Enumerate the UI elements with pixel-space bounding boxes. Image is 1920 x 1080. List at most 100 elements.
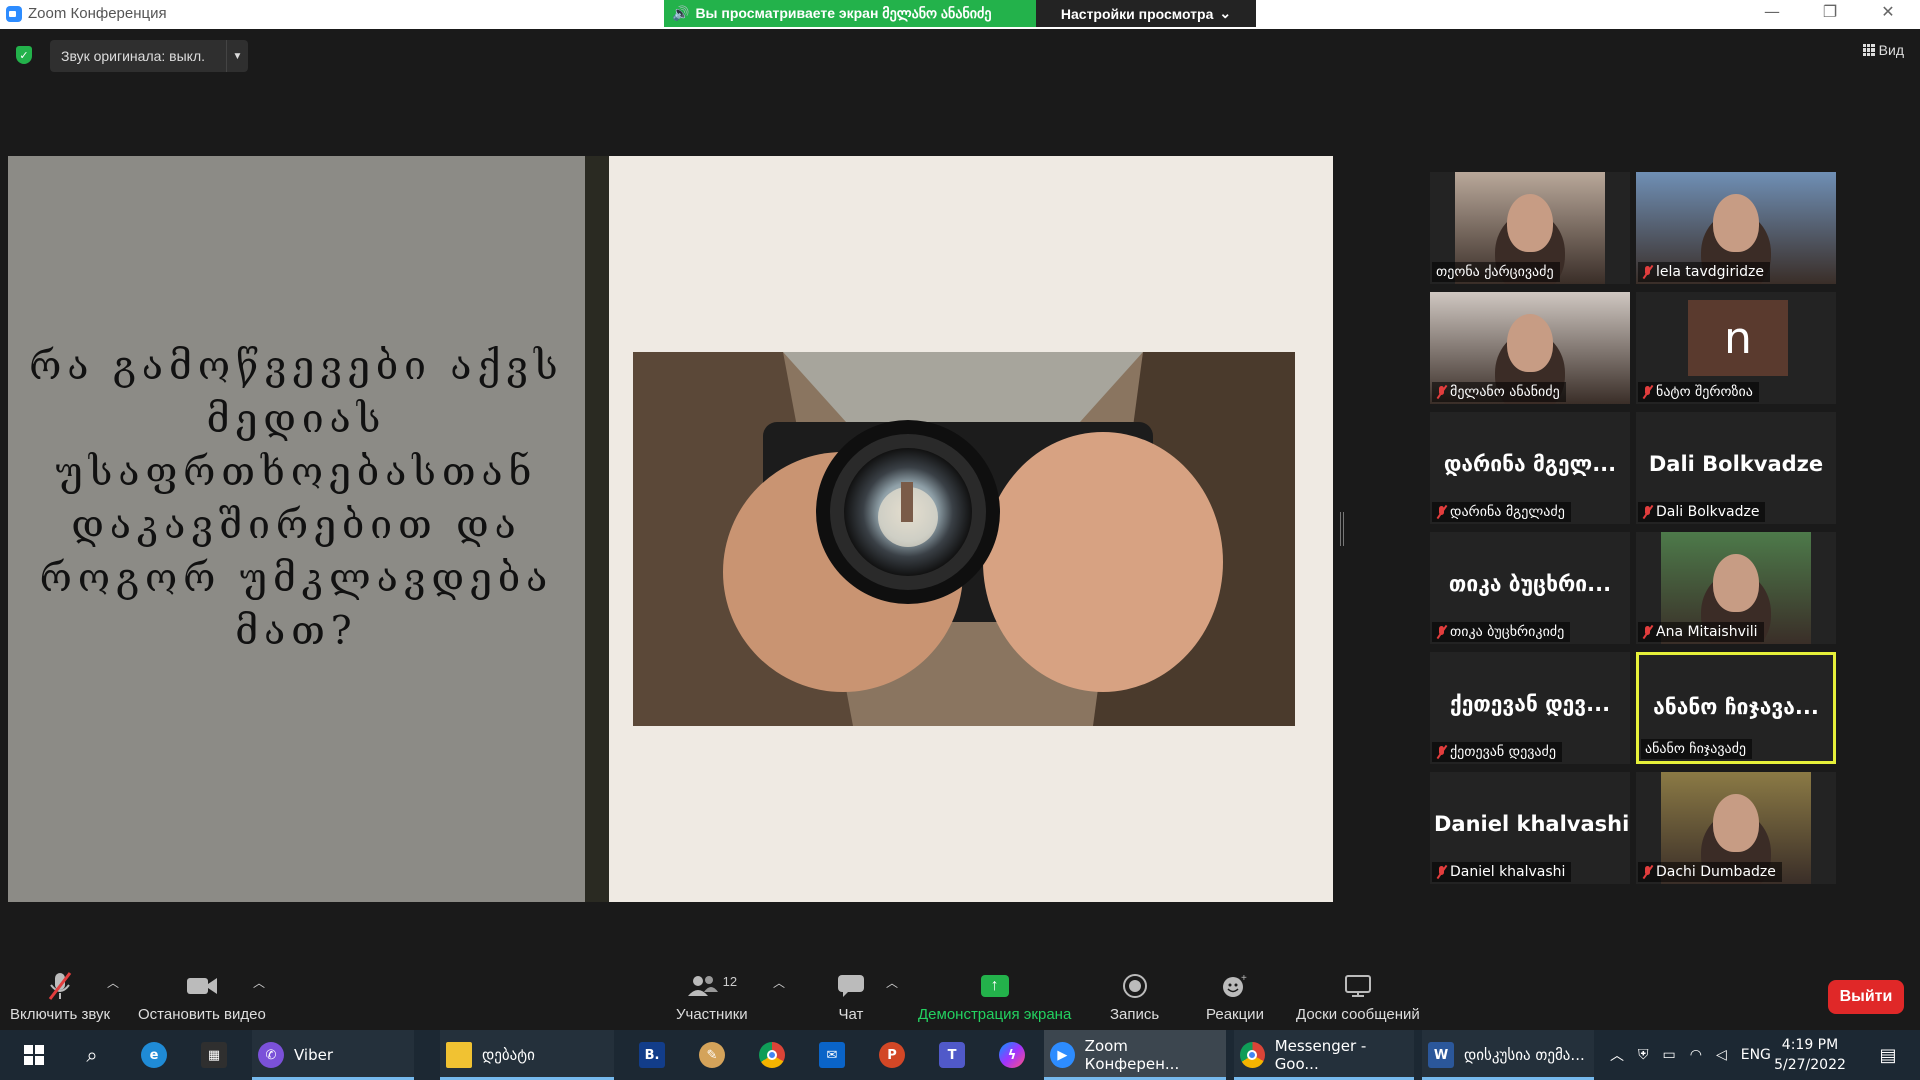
camera-photo bbox=[633, 352, 1295, 726]
system-clock[interactable]: 4:19 PM 5/27/2022 bbox=[1760, 1035, 1860, 1075]
participant-name: Dali Bolkvadze bbox=[1656, 504, 1760, 520]
mic-muted-icon bbox=[1642, 865, 1652, 879]
participant-display-name: Daniel khalvashi bbox=[1434, 812, 1630, 836]
mic-muted-icon bbox=[1642, 385, 1652, 399]
participant-tile[interactable]: დარინა მგელ... დარინა მგელაძე bbox=[1430, 412, 1630, 524]
participant-name: ქეთევან დევაძე bbox=[1450, 744, 1556, 760]
participant-display-name: თიკა ბუცხრი... bbox=[1448, 572, 1612, 596]
taskbar-zoom[interactable]: ▶ Zoom Конферен... bbox=[1044, 1030, 1226, 1080]
participants-label: Участники bbox=[676, 1006, 748, 1023]
participant-name: თეონა ქარცივაძე bbox=[1436, 264, 1554, 280]
notifications-button[interactable]: ▤ bbox=[1868, 1030, 1908, 1080]
participant-tile[interactable]: n ნატო შეროზია bbox=[1636, 292, 1836, 404]
close-button[interactable]: ✕ bbox=[1868, 2, 1908, 21]
taskbar-chrome[interactable] bbox=[750, 1030, 794, 1080]
taskbar-messenger-label: Messenger - Goo... bbox=[1274, 1037, 1367, 1073]
svg-text:+: + bbox=[1241, 973, 1247, 984]
meeting-toolbar: Включить звук ︿ Остановить видео ︿ 12 Уч… bbox=[0, 960, 1920, 1029]
participant-tile[interactable]: lela tavdgiridze bbox=[1636, 172, 1836, 284]
restore-button[interactable]: ❐ bbox=[1810, 2, 1850, 21]
tray-expand-icon[interactable]: ︿ bbox=[1610, 1045, 1624, 1065]
taskbar-viber[interactable]: ✆ Viber bbox=[252, 1030, 414, 1080]
taskbar-messenger-chrome[interactable]: Messenger - Goo... bbox=[1234, 1030, 1414, 1080]
participant-tile[interactable]: Daniel khalvashi Daniel khalvashi bbox=[1430, 772, 1630, 884]
share-screen-button[interactable]: ↑ Демонстрация экрана bbox=[918, 960, 1071, 1029]
taskbar-edge[interactable]: e bbox=[134, 1030, 174, 1080]
taskbar-folder[interactable]: დებატი bbox=[440, 1030, 614, 1080]
participant-tile[interactable]: Dachi Dumbadze bbox=[1636, 772, 1836, 884]
chrome-icon bbox=[759, 1042, 785, 1068]
search-icon: ⌕ bbox=[86, 1043, 98, 1067]
wifi-icon[interactable]: ◠ bbox=[1690, 1047, 1702, 1063]
resize-handle[interactable] bbox=[1340, 512, 1344, 546]
stop-video-button[interactable]: Остановить видео bbox=[138, 960, 266, 1029]
participants-caret-icon[interactable]: ︿ bbox=[773, 974, 785, 991]
taskbar-messenger-app[interactable]: ϟ bbox=[990, 1030, 1034, 1080]
record-button[interactable]: Запись bbox=[1110, 960, 1159, 1029]
chat-caret-icon[interactable]: ︿ bbox=[886, 974, 898, 991]
word-icon: W bbox=[1428, 1042, 1454, 1068]
reactions-button[interactable]: + Реакции bbox=[1206, 960, 1264, 1029]
slide-text-panel: რა გამოწვევები აქვს მედიას უსაფრთხოებასთ… bbox=[8, 156, 585, 902]
title-bar: Zoom Конференция 🔊 Вы просматриваете экр… bbox=[0, 0, 1920, 29]
start-button[interactable] bbox=[12, 1030, 56, 1080]
leave-button[interactable]: Выйти bbox=[1828, 980, 1904, 1014]
chat-button[interactable]: Чат bbox=[837, 960, 865, 1029]
clock-time: 4:19 PM bbox=[1781, 1037, 1839, 1053]
defender-icon[interactable]: ⛨ bbox=[1638, 1047, 1649, 1063]
clock-date: 5/27/2022 bbox=[1774, 1057, 1846, 1073]
taskbar-teams[interactable]: T bbox=[930, 1030, 974, 1080]
participant-name: მელანო ანანიძე bbox=[1450, 384, 1560, 400]
windows-logo-icon bbox=[24, 1045, 44, 1065]
share-banner-text: Вы просматриваете экран მელანო ანანიძე bbox=[695, 5, 992, 21]
taskbar-store[interactable]: ▦ bbox=[194, 1030, 234, 1080]
speaker-icon: 🔊 bbox=[672, 5, 690, 21]
dropdown-arrow-icon[interactable]: ▼ bbox=[226, 40, 248, 72]
participant-face bbox=[1713, 194, 1759, 252]
mic-muted-icon bbox=[1642, 265, 1652, 279]
chevron-down-icon: ⌄ bbox=[1219, 5, 1232, 21]
video-options-caret-icon[interactable]: ︿ bbox=[253, 974, 265, 991]
participant-name-label: ანანო ჩიჯავაძე bbox=[1641, 739, 1753, 759]
participant-tile[interactable]: Dali Bolkvadze Dali Bolkvadze bbox=[1636, 412, 1836, 524]
participant-name: თიკა ბუცხრიკიძე bbox=[1450, 624, 1565, 640]
messenger-icon: ϟ bbox=[999, 1042, 1025, 1068]
participant-tile[interactable]: თეონა ქარცივაძე bbox=[1430, 172, 1630, 284]
whiteboards-button[interactable]: Доски сообщений bbox=[1296, 960, 1420, 1029]
unmute-label: Включить звук bbox=[10, 1006, 111, 1023]
mic-muted-icon bbox=[1436, 625, 1446, 639]
participant-tile[interactable]: თიკა ბუცხრი... თიკა ბუცხრიკიძე bbox=[1430, 532, 1630, 644]
paint-icon: ✎ bbox=[699, 1042, 725, 1068]
taskbar-word[interactable]: W დისკუსია თემა... bbox=[1422, 1030, 1594, 1080]
video-camera-icon bbox=[186, 968, 218, 1004]
taskbar-zoom-label: Zoom Конферен... bbox=[1084, 1037, 1180, 1073]
original-sound-dropdown[interactable]: Звук оригинала: выкл. ▼ bbox=[50, 40, 248, 72]
participant-tile[interactable]: ქეთევან დევ... ქეთევან დევაძე bbox=[1430, 652, 1630, 764]
taskbar-powerpoint[interactable]: P bbox=[870, 1030, 914, 1080]
view-options-button[interactable]: Настройки просмотра ⌄ bbox=[1036, 0, 1256, 27]
unmute-button[interactable]: Включить звук bbox=[10, 960, 110, 1029]
shield-icon[interactable]: ✓ bbox=[16, 46, 32, 64]
participant-face bbox=[1507, 194, 1553, 252]
mic-muted-icon bbox=[1642, 625, 1652, 639]
slide-image-panel bbox=[609, 156, 1333, 902]
system-tray: ︿ ⛨ ▭ ◠ ◁ ENG bbox=[1610, 1030, 1771, 1080]
taskbar-paint[interactable]: ✎ bbox=[690, 1030, 734, 1080]
view-button[interactable]: Вид bbox=[1862, 42, 1904, 58]
taskbar-mail[interactable]: ✉ bbox=[810, 1030, 854, 1080]
battery-icon[interactable]: ▭ bbox=[1663, 1047, 1676, 1063]
chat-label: Чат bbox=[838, 1006, 864, 1023]
participant-name: დარინა მგელაძე bbox=[1450, 504, 1565, 520]
audio-options-caret-icon[interactable]: ︿ bbox=[107, 974, 119, 991]
search-button[interactable]: ⌕ bbox=[70, 1030, 114, 1080]
grid-view-icon bbox=[1862, 44, 1875, 56]
participants-icon: 12 bbox=[687, 968, 737, 1004]
participant-tile[interactable]: მელანო ანანიძე bbox=[1430, 292, 1630, 404]
participant-tile[interactable]: Ana Mitaishvili bbox=[1636, 532, 1836, 644]
minimize-button[interactable]: — bbox=[1752, 2, 1792, 21]
volume-icon[interactable]: ◁ bbox=[1716, 1047, 1727, 1063]
participants-button[interactable]: 12 Участники bbox=[676, 960, 748, 1029]
taskbar-booking[interactable]: B. bbox=[630, 1030, 674, 1080]
participant-avatar: n bbox=[1688, 300, 1788, 376]
participant-tile[interactable]: ანანო ჩიჯავა... ანანო ჩიჯავაძე bbox=[1636, 652, 1836, 764]
